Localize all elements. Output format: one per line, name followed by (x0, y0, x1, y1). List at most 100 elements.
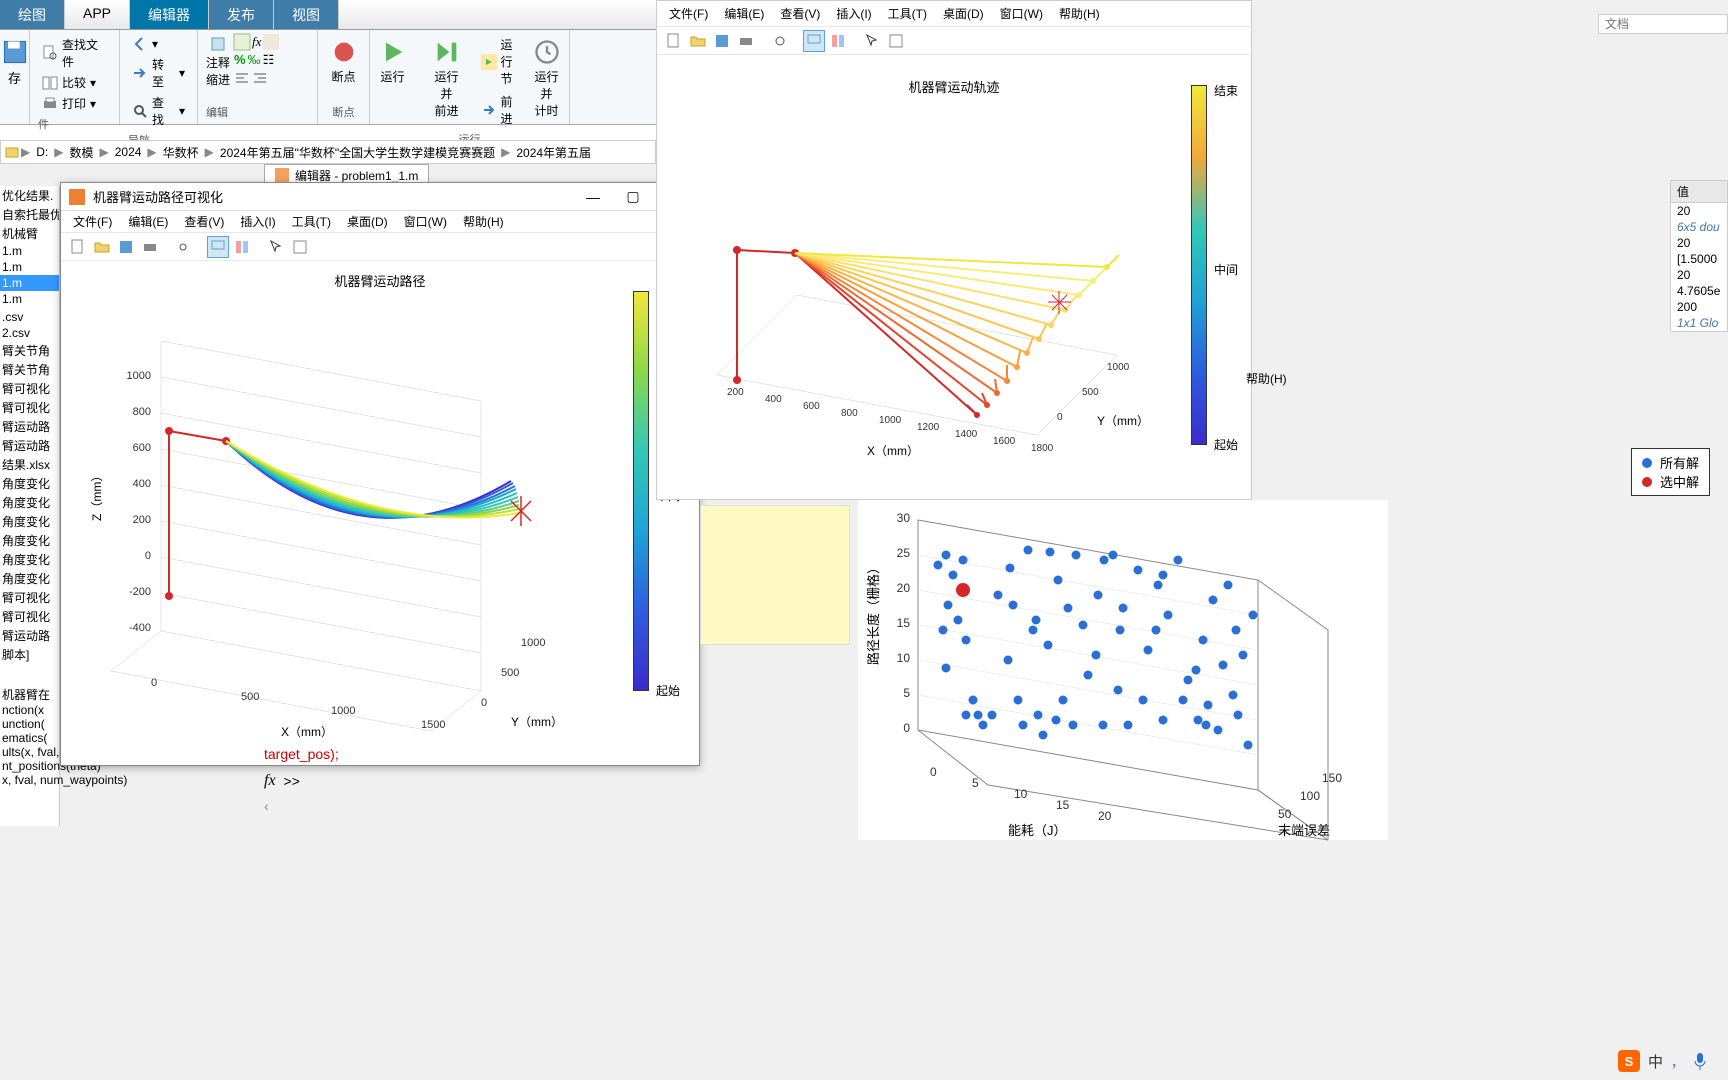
breakpoints-button[interactable]: 断点 (320, 34, 368, 89)
comment-toggle-icon[interactable]: ☷ (263, 52, 275, 68)
file-list-item[interactable]: 臂可视化 (0, 588, 59, 607)
file-list-item[interactable]: 臂关节角 (0, 341, 59, 360)
file-list-item[interactable]: 角度变化 (0, 531, 59, 550)
breadcrumb-item[interactable]: D: (32, 145, 52, 159)
open-button[interactable] (687, 30, 709, 52)
menu-item[interactable]: 窗口(W) (994, 3, 1049, 24)
file-list-item[interactable]: 角度变化 (0, 569, 59, 588)
tab-app[interactable]: APP (65, 0, 130, 29)
file-list-item[interactable]: 臂关节角 (0, 360, 59, 379)
menu-item[interactable]: 桌面(D) (341, 211, 394, 232)
run-button[interactable]: 运行 (369, 34, 417, 129)
scatter-chart[interactable]: 051015202530 20151050 50100150 路径长度（栅格） … (858, 500, 1388, 840)
breadcrumb-item[interactable]: 2024年第五届 (512, 144, 595, 161)
menu-item[interactable]: 文件(F) (663, 3, 714, 24)
file-list-item[interactable]: 臂运动路 (0, 417, 59, 436)
insert-button[interactable] (206, 34, 230, 54)
file-list-item[interactable]: 角度变化 (0, 474, 59, 493)
file-list-item[interactable]: 臂可视化 (0, 379, 59, 398)
print-fig-button[interactable] (139, 236, 161, 258)
maximize-button[interactable]: ▢ (615, 185, 651, 209)
command-window[interactable]: target_pos); fx >> ‹ (264, 746, 844, 814)
pointer-button[interactable] (861, 30, 883, 52)
brush-button[interactable] (827, 30, 849, 52)
menu-item[interactable]: 查看(V) (178, 211, 230, 232)
save-fig-button[interactable] (115, 236, 137, 258)
axes-3d-2[interactable]: 20040060080010001200140016001800 0500100… (687, 115, 1137, 465)
workspace-value[interactable]: 200 (1671, 299, 1727, 315)
tab-view[interactable]: 视图 (274, 0, 339, 29)
run-time-button[interactable]: 运行并 计时 (523, 34, 571, 129)
file-list-item[interactable]: 角度变化 (0, 550, 59, 569)
titlebar[interactable]: 机器臂运动路径可视化 — ▢ ✕ (61, 183, 699, 211)
section-icon[interactable] (234, 34, 250, 50)
file-list-item[interactable]: 臂可视化 (0, 398, 59, 417)
workspace-value[interactable]: 1x1 Glo (1671, 315, 1727, 331)
print-fig-button[interactable] (735, 30, 757, 52)
open-button[interactable] (91, 236, 113, 258)
format-icon[interactable] (263, 34, 279, 50)
file-list-item[interactable]: 1.m (0, 275, 59, 291)
file-list-item[interactable]: 角度变化 (0, 512, 59, 531)
menu-item[interactable]: 查看(V) (774, 3, 826, 24)
menu-item[interactable]: 桌面(D) (937, 3, 990, 24)
menu-item[interactable]: 帮助(H) (457, 211, 510, 232)
indent-right-icon[interactable] (252, 70, 268, 86)
datatip-button[interactable] (803, 30, 825, 52)
link-button[interactable] (769, 30, 791, 52)
pointer-button[interactable] (265, 236, 287, 258)
breadcrumb-item[interactable]: 2024 (111, 145, 146, 159)
file-list-item[interactable]: 优化结果. (0, 186, 59, 205)
workspace-value[interactable]: 20 (1671, 235, 1727, 251)
file-list-item[interactable]: 脚本] (0, 645, 59, 664)
file-list-item[interactable]: .csv (0, 309, 59, 325)
breadcrumb-item[interactable]: 华数杯 (159, 144, 203, 161)
ime-lang[interactable]: 中 (1648, 1051, 1663, 1072)
workspace-value[interactable]: 4.7605e (1671, 283, 1727, 299)
tab-editor[interactable]: 编辑器 (130, 0, 209, 29)
link-button[interactable] (173, 236, 195, 258)
file-list-item[interactable]: 臂可视化 (0, 607, 59, 626)
breadcrumb-item[interactable]: 2024年第五届"华数杯"全国大学生数学建模竞赛赛题 (216, 144, 499, 161)
brush-button[interactable] (231, 236, 253, 258)
file-list-item[interactable]: 自索托最优 (0, 205, 59, 224)
workspace-value[interactable]: [1.5000 (1671, 251, 1727, 267)
history-chevron[interactable]: ‹ (264, 798, 844, 814)
axes-3d[interactable]: -400-20002004006008001000 050010001500 0… (81, 291, 601, 741)
save-fig-button[interactable] (711, 30, 733, 52)
file-list-item[interactable]: 1.m (0, 291, 59, 307)
menu-item[interactable]: 插入(I) (830, 3, 877, 24)
floating-help-menu[interactable]: 帮助(H) (1246, 370, 1287, 387)
tab-publish[interactable]: 发布 (209, 0, 274, 29)
file-list-item[interactable]: 1.m (0, 259, 59, 275)
run-section-button[interactable]: 运行节 (477, 34, 517, 89)
minimize-button[interactable]: — (575, 185, 611, 209)
function-list-item[interactable]: x, fval, num_waypoints) (0, 773, 260, 787)
ime-punct[interactable]: ， (1671, 1052, 1684, 1071)
find-button[interactable]: 查找 ▾ (128, 92, 189, 130)
new-fig-button[interactable] (67, 236, 89, 258)
workspace-panel[interactable]: 值 206x5 dou20[1.5000204.7605e2001x1 Glo (1670, 180, 1728, 332)
menu-item[interactable]: 编辑(E) (718, 3, 770, 24)
workspace-value[interactable]: 20 (1671, 267, 1727, 283)
menu-item[interactable]: 工具(T) (882, 3, 933, 24)
fx-icon[interactable]: fx (252, 34, 261, 50)
workspace-value[interactable]: 6x5 dou (1671, 219, 1727, 235)
ime-mic-icon[interactable] (1692, 1051, 1708, 1071)
file-list-item[interactable]: 2.csv (0, 325, 59, 341)
menu-item[interactable]: 编辑(E) (122, 211, 174, 232)
goto-button[interactable]: 转至 ▾ (128, 54, 189, 92)
search-input[interactable] (1598, 14, 1728, 34)
print-button[interactable]: 打印 ▾ (38, 93, 100, 114)
compare-button[interactable]: 比较 ▾ (38, 72, 100, 93)
find-file-button[interactable]: 查找文件 (38, 34, 111, 72)
file-list-item[interactable]: 臂运动路 (0, 626, 59, 645)
file-list-item[interactable]: 结果.xlsx (0, 455, 59, 474)
data-cursor-button[interactable] (289, 236, 311, 258)
indent-left-icon[interactable] (234, 70, 250, 86)
menu-item[interactable]: 文件(F) (67, 211, 118, 232)
breadcrumb-item[interactable]: 数模 (65, 144, 97, 161)
ime-sogou-icon[interactable]: S (1618, 1050, 1640, 1072)
nav-back-button[interactable]: ▾ (128, 34, 162, 54)
menu-item[interactable]: 帮助(H) (1053, 3, 1106, 24)
